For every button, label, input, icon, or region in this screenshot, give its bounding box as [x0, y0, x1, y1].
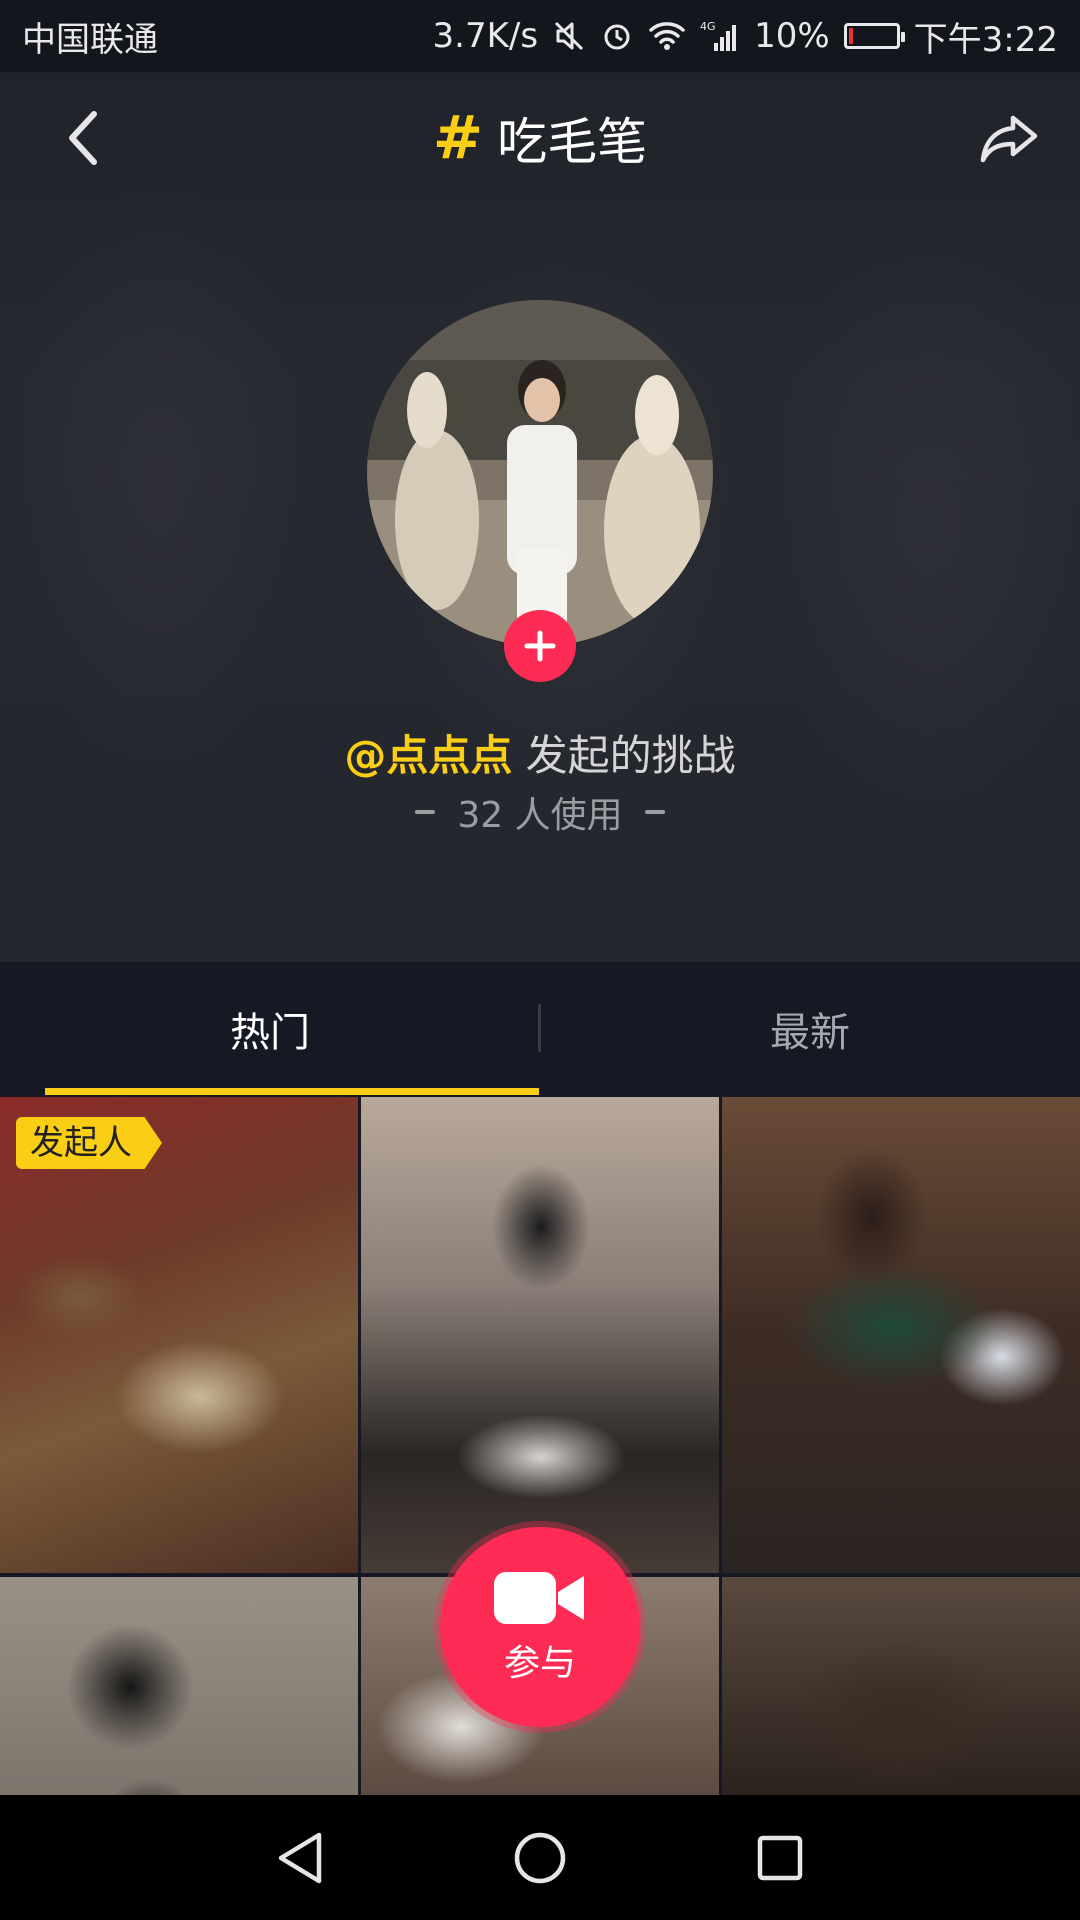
home-circle-icon [514, 1832, 566, 1883]
network-speed: 3.7K/s [432, 16, 539, 56]
video-thumbnail[interactable] [361, 1097, 719, 1573]
battery-fill [848, 28, 854, 44]
usage-count: 32 人使用 [0, 786, 1080, 838]
back-button[interactable] [52, 108, 112, 168]
challenge-title: 吃毛笔 [497, 113, 648, 171]
system-nav-bar [0, 1795, 1080, 1920]
initiator-suffix: 发起的挑战 [512, 731, 736, 780]
tab-divider [538, 1004, 541, 1052]
tab-latest[interactable]: 最新 [540, 962, 1080, 1096]
wifi-icon [648, 20, 686, 52]
battery-icon [843, 23, 905, 49]
left-dash [415, 810, 436, 814]
challenge-page: 中国联通 3.7K/s 4G 10% 下午3:22 # 吃毛笔 @点点点 发起的… [0, 0, 1080, 1920]
right-dash [644, 810, 665, 814]
status-icons: 3.7K/s 4G 10% 下午3:22 [433, 12, 1058, 61]
join-challenge-button[interactable]: 参与 [440, 1527, 640, 1727]
video-thumbnail[interactable] [722, 1577, 1080, 1795]
hashtag-icon: # [432, 103, 484, 173]
tab-bar: 热门 最新 [0, 962, 1080, 1096]
recents-square-icon [757, 1835, 803, 1880]
system-back-button[interactable] [265, 1823, 335, 1893]
tab-hot[interactable]: 热门 [0, 962, 540, 1096]
cell-signal-icon: 4G [700, 19, 740, 53]
share-button[interactable] [974, 108, 1044, 168]
plus-icon [524, 630, 556, 662]
back-triangle-icon [278, 1832, 322, 1883]
challenge-initiator: @点点点 发起的挑战 [0, 722, 1080, 783]
active-tab-indicator [45, 1088, 539, 1095]
alarm-icon [600, 19, 634, 53]
page-title: # 吃毛笔 [433, 102, 647, 174]
follow-button[interactable] [504, 610, 576, 682]
system-recents-button[interactable] [745, 1823, 815, 1893]
system-home-button[interactable] [505, 1823, 575, 1893]
mute-icon [552, 19, 586, 53]
avatar-photo [367, 300, 713, 646]
video-thumbnail[interactable] [722, 1097, 1080, 1573]
chevron-left-icon [69, 111, 97, 165]
clock: 下午3:22 [913, 19, 1058, 60]
initiator-username[interactable]: @点点点 [344, 731, 512, 780]
join-label: 参与 [503, 1643, 576, 1684]
nav-bar: # 吃毛笔 [0, 72, 1080, 204]
video-thumbnail[interactable] [0, 1577, 358, 1795]
initiator-badge: 发起人 [16, 1117, 162, 1169]
status-bar: 中国联通 3.7K/s 4G 10% 下午3:22 [0, 0, 1080, 72]
network-type: 4G [700, 20, 716, 33]
carrier-label: 中国联通 [22, 19, 158, 60]
initiator-avatar[interactable] [367, 300, 713, 646]
video-camera-icon [494, 1572, 584, 1624]
usage-text: 32 人使用 [457, 795, 623, 836]
video-thumbnail[interactable]: 发起人 [0, 1097, 358, 1573]
battery-percent: 10% [754, 16, 830, 56]
share-icon [980, 115, 1038, 163]
